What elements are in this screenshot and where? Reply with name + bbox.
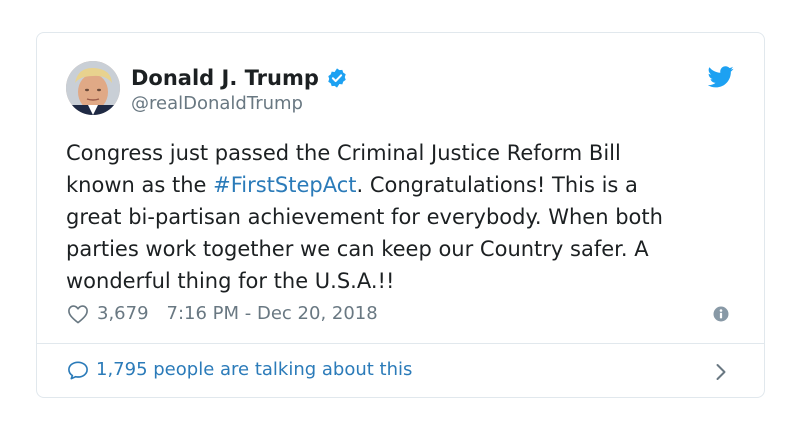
conversation-link[interactable]: 1,795 people are talking about this	[67, 359, 412, 380]
author-handle[interactable]: @realDonaldTrump	[131, 93, 303, 114]
tweet-text-line: Congress just passed the Criminal Justic…	[66, 141, 621, 165]
tweet-timestamp[interactable]: 7:16 PM - Dec 20, 2018	[167, 303, 378, 324]
info-icon[interactable]	[713, 306, 729, 322]
tweet-text-line: wonderful thing for the U.S.A.!!	[66, 269, 395, 293]
comment-icon	[68, 360, 88, 379]
verified-icon	[328, 68, 346, 88]
heart-icon[interactable]	[67, 304, 89, 324]
tweet-text-segment: . Congratulations! This is a	[356, 173, 638, 197]
avatar[interactable]	[66, 61, 120, 115]
hashtag-link[interactable]: #FirstStepAct	[213, 173, 356, 197]
tweet-text-segment: known as the	[66, 173, 214, 197]
author-display-name[interactable]: Donald J. Trump	[131, 66, 319, 90]
tweet-text: Congress just passed the Criminal Justic…	[66, 137, 746, 297]
author-name-row[interactable]: Donald J. Trump	[131, 66, 348, 90]
tweet-meta-row: 3,679 7:16 PM - Dec 20, 2018	[67, 303, 378, 324]
chevron-right-icon[interactable]	[715, 363, 727, 381]
tweet-text-line: parties work together we can keep our Co…	[66, 237, 649, 261]
divider	[37, 343, 764, 344]
conversation-label[interactable]: 1,795 people are talking about this	[96, 359, 412, 380]
tweet-text-line: known as the #FirstStepAct. Congratulati…	[66, 169, 746, 201]
tweet-text-line: great bi-partisan achievement for everyb…	[66, 205, 663, 229]
twitter-icon[interactable]	[708, 66, 734, 88]
like-count[interactable]: 3,679	[97, 303, 149, 324]
tweet-card[interactable]: Donald J. Trump @realDonaldTrump Congres…	[36, 32, 765, 398]
